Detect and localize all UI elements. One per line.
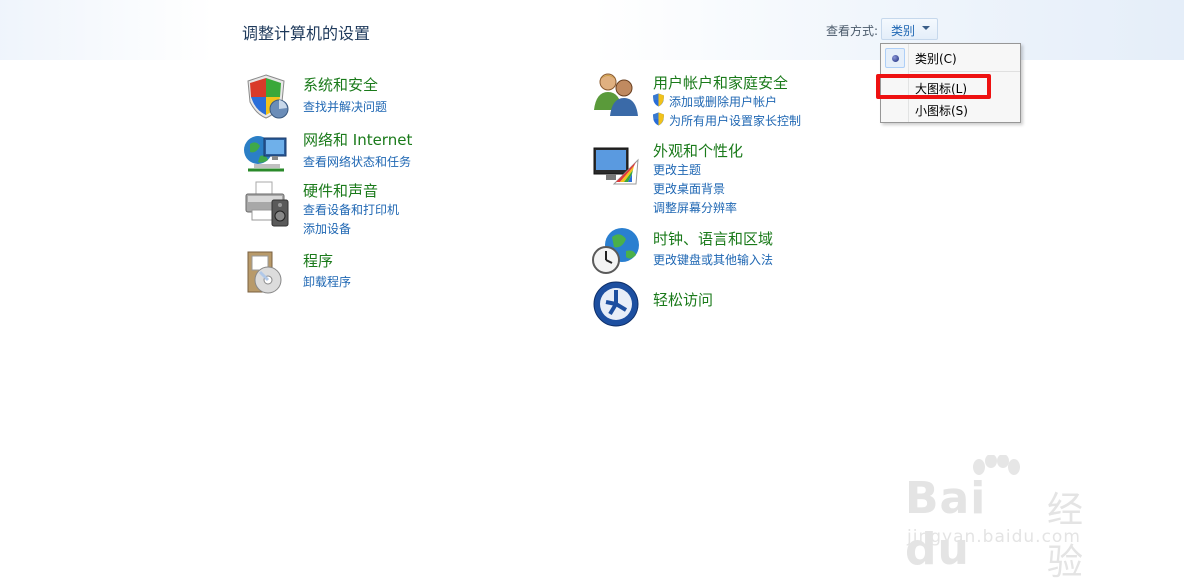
category-link[interactable]: 更改键盘或其他输入法: [653, 251, 773, 268]
menu-item-category[interactable]: 类别(C): [915, 50, 957, 67]
category-link[interactable]: 为所有用户设置家长控制: [669, 112, 801, 129]
shield-icon: [247, 74, 289, 119]
category-title[interactable]: 网络和 Internet: [303, 129, 412, 150]
printer-icon: [245, 181, 289, 227]
users-icon: [594, 73, 638, 116]
highlight-box: [876, 74, 991, 99]
view-by-dropdown[interactable]: 类别: [881, 18, 938, 40]
category-title[interactable]: 时钟、语言和区域: [653, 228, 773, 249]
category-title[interactable]: 用户帐户和家庭安全: [653, 72, 788, 93]
radio-dot-icon: [892, 55, 899, 62]
menu-item-small-icons[interactable]: 小图标(S): [915, 102, 968, 119]
category-link[interactable]: 查看设备和打印机: [303, 201, 399, 218]
menu-separator: [910, 71, 1020, 72]
radio-selected-icon: [885, 48, 905, 68]
watermark-url: jingyan.baidu.com: [907, 527, 1081, 547]
category-link[interactable]: 添加设备: [303, 220, 351, 237]
category-title[interactable]: 外观和个性化: [653, 140, 743, 161]
network-icon: [244, 136, 287, 172]
programs-icon: [247, 251, 282, 294]
ease-of-access-icon: [593, 281, 639, 327]
watermark-brand: Bai du: [905, 473, 987, 575]
view-by-value: 类别: [891, 24, 916, 38]
category-link[interactable]: 添加或删除用户帐户: [669, 93, 777, 110]
appearance-icon: [593, 147, 639, 185]
category-title[interactable]: 程序: [303, 250, 333, 271]
category-link[interactable]: 更改桌面背景: [653, 180, 725, 197]
category-link[interactable]: 更改主题: [653, 161, 701, 178]
category-title[interactable]: 系统和安全: [303, 74, 378, 95]
chevron-down-icon: [922, 26, 930, 30]
uac-shield-icon: [653, 93, 664, 107]
category-link[interactable]: 卸载程序: [303, 273, 351, 290]
clock-globe-icon: [592, 228, 639, 274]
uac-shield-icon: [653, 112, 664, 126]
page-title: 调整计算机的设置: [242, 24, 371, 43]
category-link[interactable]: 调整屏幕分辨率: [653, 199, 737, 216]
category-title[interactable]: 硬件和声音: [303, 180, 378, 201]
view-by-label: 查看方式:: [826, 24, 879, 38]
category-title[interactable]: 轻松访问: [653, 289, 713, 310]
category-link[interactable]: 查找并解决问题: [303, 98, 387, 115]
category-link[interactable]: 查看网络状态和任务: [303, 153, 411, 170]
